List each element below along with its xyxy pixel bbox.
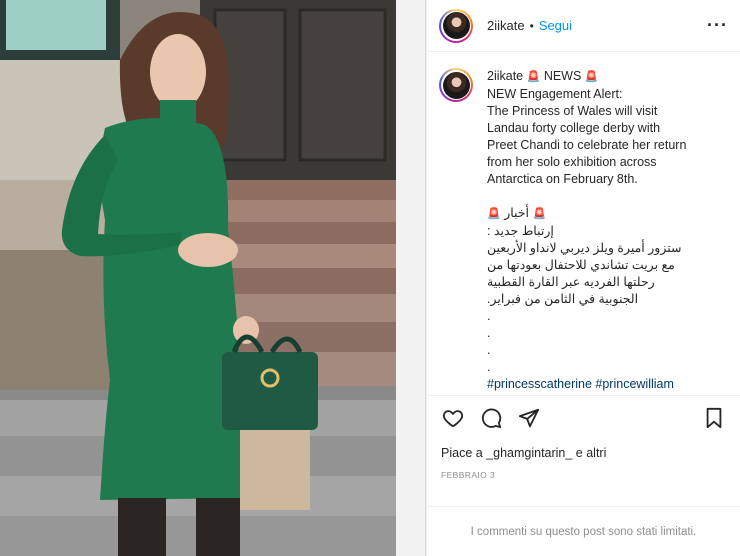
siren-emoji-icon: 🚨: [532, 208, 547, 220]
share-icon[interactable]: [517, 406, 541, 430]
hashtag-link[interactable]: #princesscatherine: [487, 377, 592, 391]
siren-emoji-icon: 🚨: [526, 71, 541, 83]
caption-area: 2iikate 🚨 NEWS 🚨 NEW Engagement Alert: T…: [427, 52, 740, 396]
likes-summary[interactable]: Piace a _ghamgintarin_ e altri: [427, 440, 740, 460]
caption-arabic-body: ستزور أميرة ويلز ديربي لانداو الأربعين م…: [487, 241, 682, 306]
post-header: 2iikate • Segui ···: [427, 0, 740, 52]
caption-hashtags: #princesscatherine #princewilliam: [487, 376, 693, 393]
author-avatar[interactable]: [439, 8, 473, 43]
caption-english-line-2: The Princess of Wales will visit Landau …: [487, 104, 687, 186]
siren-emoji-icon: 🚨: [584, 71, 599, 83]
caption-news-label: NEWS: [543, 69, 582, 83]
caption-text: 2iikate 🚨 NEWS 🚨 NEW Engagement Alert: T…: [487, 68, 693, 395]
author-username[interactable]: 2iikate: [487, 18, 525, 33]
caption-arabic-subtitle: إرتباط جديد :: [487, 224, 554, 238]
avatar-image: [442, 71, 470, 99]
siren-emoji-icon: 🚨: [487, 208, 501, 220]
post-photo[interactable]: [0, 0, 396, 556]
post-image-illustration: [0, 0, 396, 556]
post-actions: [427, 396, 740, 440]
caption-dot-2: .: [487, 326, 491, 340]
comments-limited-notice: I commenti su questo post sono stati lim…: [427, 506, 740, 556]
follow-button[interactable]: Segui: [539, 18, 572, 33]
separator-dot: •: [529, 18, 534, 33]
caption-arabic-title-line: 🚨 أخبار 🚨: [487, 205, 693, 223]
heart-icon[interactable]: [441, 406, 465, 430]
bookmark-icon[interactable]: [702, 406, 726, 430]
caption-dot-4: .: [487, 360, 491, 374]
comment-icon[interactable]: [479, 406, 503, 430]
post-date: FEBBRAIO 3: [441, 470, 496, 480]
caption-first-line: 2iikate 🚨 NEWS 🚨: [487, 68, 693, 86]
more-options-icon[interactable]: ···: [707, 15, 728, 36]
post-panel: 2iikate • Segui ··· 2iikate 🚨 NEWS 🚨 NEW…: [426, 0, 740, 556]
caption-avatar[interactable]: [439, 68, 473, 102]
caption-arabic-title: أخبار: [504, 206, 530, 220]
caption-dot-3: .: [487, 343, 491, 357]
caption-english-line-1: NEW Engagement Alert:: [487, 87, 623, 101]
hashtag-link[interactable]: #princewilliam: [595, 377, 674, 391]
caption-dot-1: .: [487, 309, 491, 323]
photo-gutter: [396, 0, 426, 556]
caption-username[interactable]: 2iikate: [487, 69, 523, 83]
avatar-image: [442, 12, 470, 39]
